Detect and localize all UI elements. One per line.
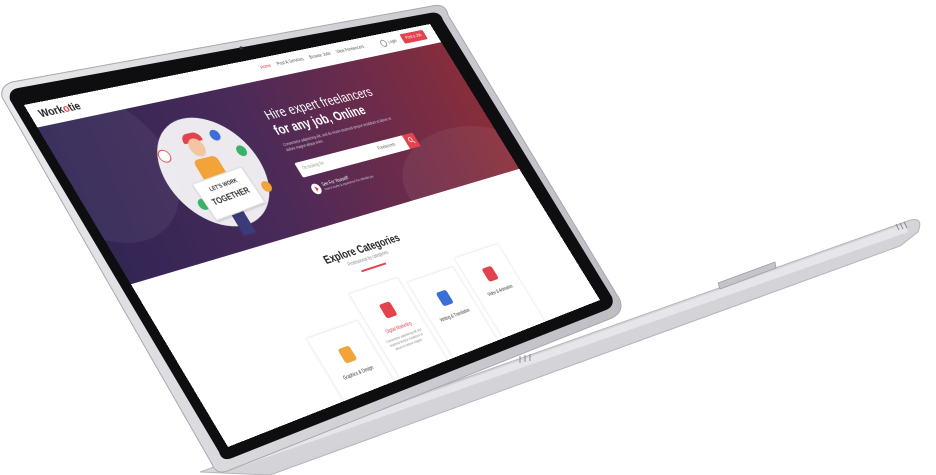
document-icon	[435, 289, 454, 307]
laptop-mockup: Workotie Home Post A Services Browse Job…	[0, 0, 936, 475]
login-label: Login	[386, 38, 399, 45]
nav-browse-jobs[interactable]: Browse Jobs	[308, 51, 332, 60]
site-logo[interactable]: Workotie	[36, 101, 83, 120]
video-camera-icon	[481, 265, 499, 283]
nav-post-services[interactable]: Post A Services	[276, 57, 305, 67]
category-label: Video & Animation	[486, 283, 515, 298]
category-label: Writing & Translation	[439, 307, 472, 324]
login-link[interactable]: Login	[378, 37, 399, 48]
category-label: Graphics & Design	[342, 364, 376, 382]
megaphone-icon	[378, 301, 398, 319]
nav-home[interactable]: Home	[259, 63, 272, 70]
search-button[interactable]	[401, 132, 421, 149]
nav-view-freelancers[interactable]: View Freelancers	[335, 45, 365, 55]
post-job-button[interactable]: Post a Job	[399, 29, 428, 44]
pen-tool-icon	[337, 345, 358, 364]
search-input[interactable]: I'm looking for	[301, 161, 326, 172]
search-category-select[interactable]: Freelancers	[377, 142, 397, 151]
title-underline	[360, 262, 387, 272]
